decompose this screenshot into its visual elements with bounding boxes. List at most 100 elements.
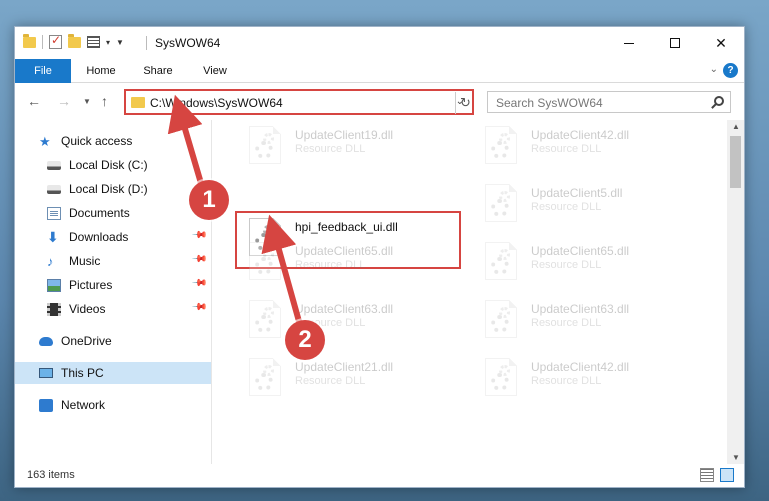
file-name: UpdateClient5.dll <box>531 186 623 200</box>
file-name: UpdateClient19.dll <box>295 128 394 142</box>
navigation-pane: ★ Quick access Local Disk (C:) Local Dis… <box>15 120 211 464</box>
sidebar-item-onedrive[interactable]: OneDrive <box>39 330 211 352</box>
minimize-button[interactable] <box>606 27 652 59</box>
sidebar-item-music[interactable]: ♪ Music 📌 <box>47 250 211 272</box>
list-item[interactable]: UpdateClient42.dll Resource DLL <box>463 120 693 172</box>
minimize-icon <box>624 42 634 44</box>
gear-icon <box>499 191 510 202</box>
close-icon: ✕ <box>715 34 727 51</box>
list-item[interactable]: UpdateClient65.dll Resource DLL <box>463 236 693 288</box>
window-title: SysWOW64 <box>155 36 221 50</box>
gear-icon <box>499 133 510 144</box>
file-type: Resource DLL <box>295 375 366 387</box>
item-count: 163 items <box>27 469 75 481</box>
dll-file-icon <box>249 126 281 164</box>
tab-view[interactable]: View <box>193 59 237 83</box>
cloud-icon <box>39 336 53 346</box>
tab-share[interactable]: Share <box>135 59 181 83</box>
help-icon[interactable]: ? <box>723 63 738 78</box>
file-type: Resource DLL <box>295 259 366 271</box>
sidebar-item-documents[interactable]: Documents <box>47 202 211 224</box>
scrollbar-thumb[interactable] <box>730 136 741 188</box>
navigation-row: ← → ▼ ↑ C:\Windows\SysWOW64 ⌄ ↻ Search S… <box>15 84 744 118</box>
list-item[interactable]: UpdateClient42.dll Resource DLL <box>463 352 693 404</box>
sidebar-item-label: OneDrive <box>61 334 112 348</box>
dll-file-icon <box>249 300 281 338</box>
gear-icon <box>263 225 274 236</box>
download-icon: ⬇ <box>47 228 59 245</box>
pin-icon[interactable]: 📌 <box>190 251 207 268</box>
list-item[interactable]: UpdateClient63.dll Resource DLL <box>463 294 693 346</box>
network-icon <box>39 398 53 412</box>
search-input[interactable]: Search SysWOW64 <box>487 91 731 113</box>
vertical-scrollbar[interactable]: ▲ ▼ <box>727 120 744 464</box>
file-type: Resource DLL <box>531 259 602 271</box>
large-icons-view-icon[interactable] <box>720 468 734 482</box>
gear-icon <box>499 365 510 376</box>
list-item[interactable]: UpdateClient63.dll Resource DLL <box>227 294 457 346</box>
expand-ribbon-icon[interactable]: ⌄ <box>710 64 718 75</box>
gear-icon <box>263 307 274 318</box>
maximize-icon <box>670 38 680 48</box>
sidebar-item-quick-access[interactable]: ★ Quick access <box>39 130 211 152</box>
dll-file-icon <box>485 300 517 338</box>
list-item[interactable]: UpdateClient65.dll Resource DLL <box>227 236 457 288</box>
pane-divider[interactable] <box>211 120 212 464</box>
disk-icon <box>47 160 61 170</box>
address-path[interactable]: C:\Windows\SysWOW64 <box>150 96 283 110</box>
toolbar-dropdown-icon[interactable]: ▼ <box>116 38 124 47</box>
new-folder-icon[interactable] <box>68 33 81 48</box>
pictures-icon <box>47 278 61 292</box>
dll-file-icon <box>485 358 517 396</box>
folder-icon <box>23 33 36 48</box>
sidebar-item-label: Quick access <box>61 134 133 148</box>
title-bar[interactable]: ▾ ▼ SysWOW64 ✕ <box>15 27 744 59</box>
tab-file[interactable]: File <box>15 59 71 83</box>
pin-icon[interactable]: 📌 <box>190 299 207 316</box>
recent-locations-button[interactable]: ▼ <box>83 97 91 106</box>
pin-icon[interactable]: 📌 <box>190 227 207 244</box>
sidebar-item-local-disk-d[interactable]: Local Disk (D:) <box>47 178 211 200</box>
dll-file-icon <box>485 126 517 164</box>
scroll-down-icon[interactable]: ▼ <box>732 453 740 462</box>
properties-check-icon[interactable] <box>49 33 62 49</box>
step-1-badge: 1 <box>189 180 229 220</box>
sidebar-item-label: Local Disk (D:) <box>69 182 148 196</box>
sidebar-item-label: Documents <box>69 206 130 220</box>
refresh-button[interactable]: ↻ <box>455 92 475 114</box>
back-button[interactable]: ← <box>27 93 41 109</box>
scroll-up-icon[interactable]: ▲ <box>732 122 740 131</box>
file-name: UpdateClient63.dll <box>295 302 394 316</box>
quick-access-toolbar: ▾ ▼ <box>23 33 124 49</box>
sidebar-item-pictures[interactable]: Pictures 📌 <box>47 274 211 296</box>
file-type: Resource DLL <box>531 201 602 213</box>
dll-file-icon <box>249 242 281 280</box>
list-item[interactable]: UpdateClient21.dll Resource DLL <box>227 352 457 404</box>
chevron-down-icon[interactable]: ▾ <box>106 38 110 47</box>
up-button[interactable]: ↑ <box>101 93 108 109</box>
file-name: UpdateClient63.dll <box>531 302 630 316</box>
folder-icon <box>131 97 145 108</box>
details-view-icon[interactable] <box>700 468 714 482</box>
sidebar-item-network[interactable]: Network <box>39 394 211 416</box>
sidebar-item-label: Network <box>61 398 106 412</box>
list-item[interactable]: UpdateClient19.dll Resource DLL <box>227 120 457 172</box>
address-bar[interactable]: C:\Windows\SysWOW64 ⌄ <box>124 89 474 115</box>
gear-icon <box>263 133 274 144</box>
music-icon: ♪ <box>47 253 54 269</box>
file-explorer-window: ▾ ▼ SysWOW64 ✕ File Home Share View ⌄ ? … <box>14 26 745 488</box>
gear-icon <box>263 365 274 376</box>
close-button[interactable]: ✕ <box>698 27 744 59</box>
sidebar-item-this-pc[interactable]: This PC <box>15 362 211 384</box>
sidebar-item-videos[interactable]: Videos 📌 <box>47 298 211 320</box>
forward-button[interactable]: → <box>57 93 71 109</box>
sidebar-item-local-disk-c[interactable]: Local Disk (C:) <box>47 154 211 176</box>
search-icon[interactable] <box>714 96 724 106</box>
customize-icon[interactable] <box>87 36 100 48</box>
sidebar-item-downloads[interactable]: ⬇ Downloads 📌 <box>47 226 211 248</box>
file-name: UpdateClient65.dll <box>531 244 630 258</box>
maximize-button[interactable] <box>652 27 698 59</box>
list-item[interactable]: UpdateClient5.dll Resource DLL <box>463 178 693 230</box>
tab-home[interactable]: Home <box>77 59 125 83</box>
pin-icon[interactable]: 📌 <box>190 275 207 292</box>
